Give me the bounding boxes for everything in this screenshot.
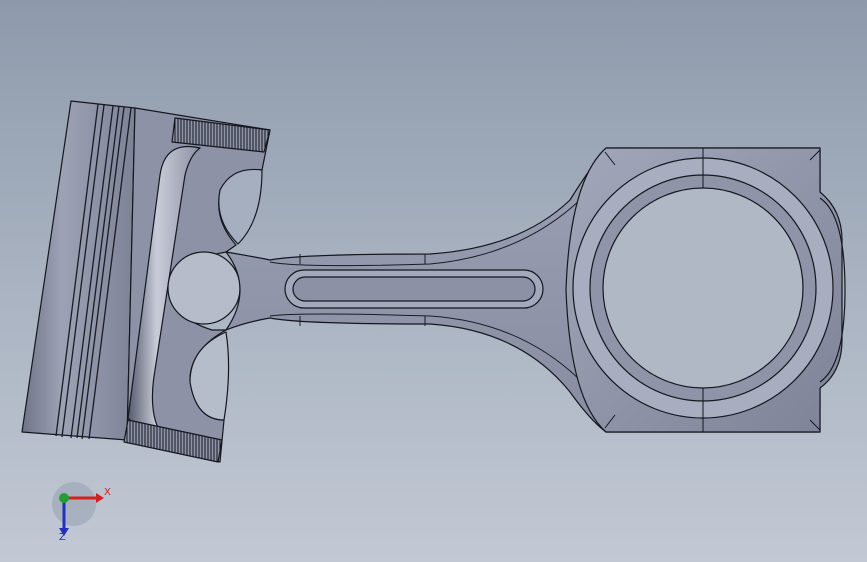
triad-y-axis <box>59 493 69 503</box>
view-triad[interactable]: X Z <box>44 482 124 552</box>
rod-web-slot-inner <box>292 276 536 302</box>
triad-shadow <box>52 482 96 526</box>
triad-x-label: X <box>104 487 111 498</box>
piston-pin-hole <box>167 251 241 325</box>
triad-z-label: Z <box>59 532 66 543</box>
rod-big-end-bore <box>602 187 804 389</box>
triad-x-arrow <box>96 493 104 503</box>
triad-graphic <box>52 482 104 536</box>
connecting-rod[interactable] <box>225 147 846 433</box>
piston[interactable] <box>21 100 271 463</box>
model-view[interactable] <box>0 0 867 562</box>
graphics-viewport[interactable]: X Z <box>0 0 867 562</box>
